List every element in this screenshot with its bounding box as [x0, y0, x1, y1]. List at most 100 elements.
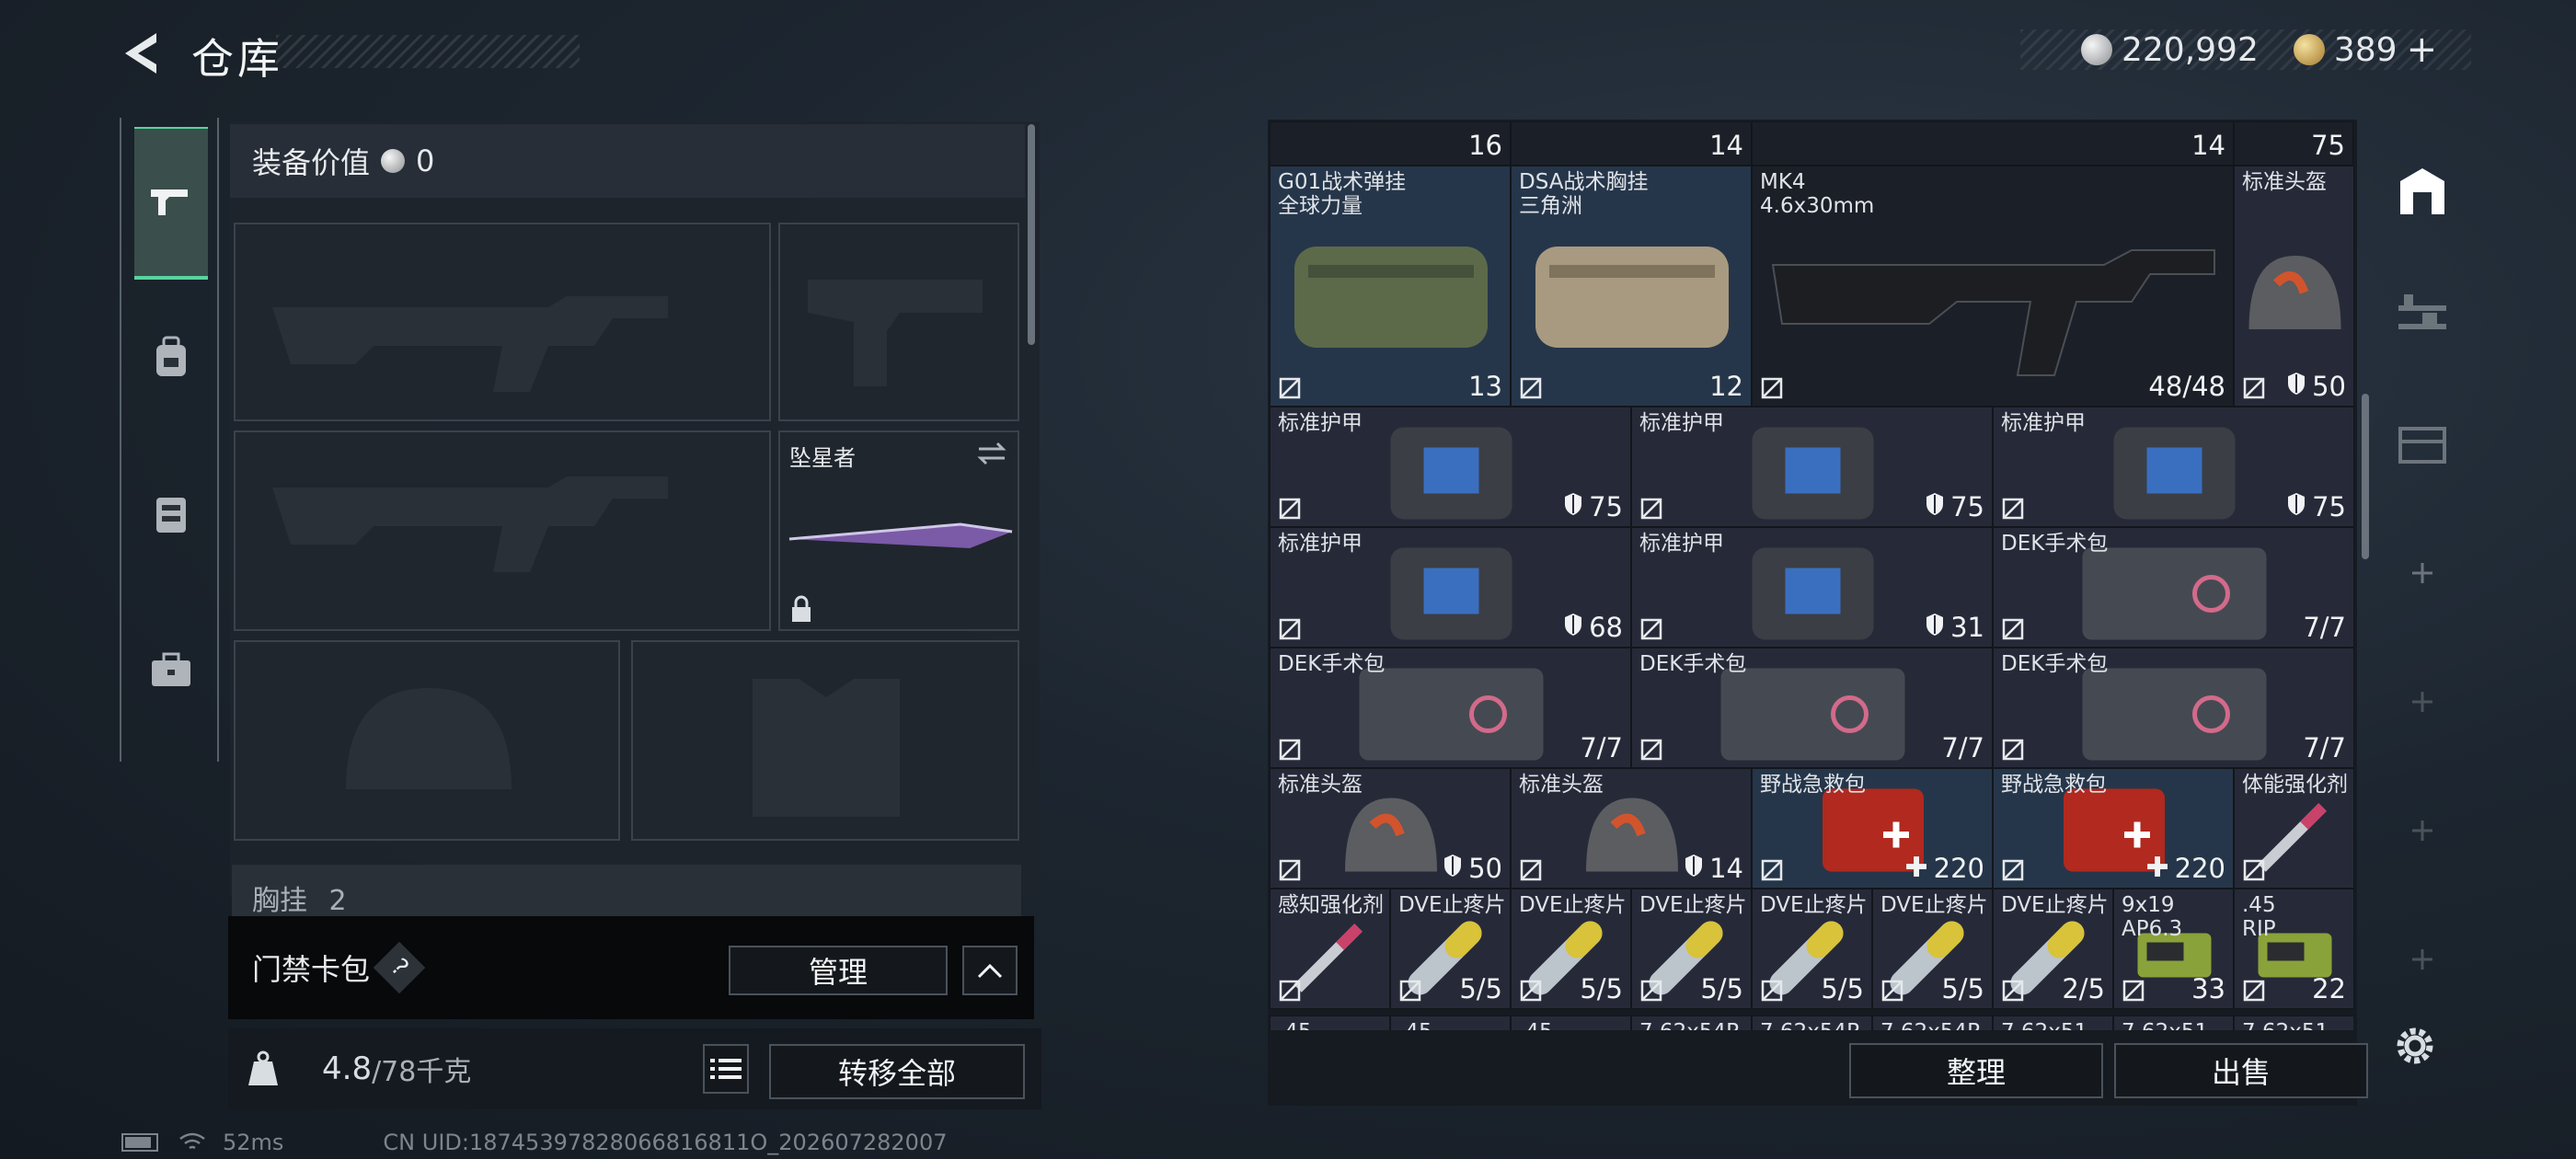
- inventory-item[interactable]: 野战急救包 ✚ 220: [1993, 768, 2234, 889]
- inventory-item[interactable]: 标准头盔 50: [1270, 768, 1511, 889]
- inventory-item[interactable]: 感知强化剂: [1270, 889, 1390, 1009]
- pistol-slot[interactable]: [778, 223, 1019, 421]
- inventory-item[interactable]: 7.62x51: [1993, 1016, 2113, 1030]
- inventory-item[interactable]: 标准护甲 75: [1631, 407, 1993, 527]
- inventory-item[interactable]: 体能强化剂: [2234, 768, 2354, 889]
- inventory-item[interactable]: DEK手术包 7/7: [1270, 648, 1631, 768]
- grid-cell[interactable]: 14: [1511, 121, 1752, 166]
- item-value: 31: [1925, 612, 1984, 643]
- inventory-item[interactable]: 标准护甲 68: [1270, 527, 1631, 648]
- inventory-item[interactable]: DVE止疼片 5/5: [1511, 889, 1631, 1009]
- equipment-value-label: 装备价值: [252, 145, 371, 180]
- item-value: 5/5: [1580, 973, 1623, 1004]
- item-name: DEK手术包: [1639, 652, 1747, 676]
- manage-button[interactable]: 管理: [729, 946, 948, 995]
- inventory-item[interactable]: .45 RIP 22: [2234, 889, 2354, 1009]
- warehouse-tab-main[interactable]: [2381, 149, 2464, 232]
- inventory-item[interactable]: DVE止疼片 5/5: [1872, 889, 1993, 1009]
- warehouse-tab-3[interactable]: [2381, 401, 2464, 484]
- helmet-slot[interactable]: [234, 640, 620, 841]
- not-tradeable-icon: [1639, 979, 1663, 1003]
- inventory-item[interactable]: .45: [1511, 1016, 1631, 1030]
- inventory-item[interactable]: 野战急救包 ✚ 220: [1752, 768, 1993, 889]
- item-name: DVE止疼片: [1398, 893, 1506, 917]
- not-tradeable-icon: [2122, 979, 2145, 1003]
- inventory-item[interactable]: .45: [1390, 1016, 1511, 1030]
- add-currency-button[interactable]: +: [2407, 29, 2438, 71]
- item-value: 7/7: [1580, 732, 1623, 763]
- tab-vest[interactable]: [134, 440, 208, 587]
- add-storage-button[interactable]: [2381, 660, 2464, 743]
- grid-cell[interactable]: 14: [1752, 121, 2234, 166]
- item-name: 标准护甲: [1639, 532, 1724, 556]
- back-arrow-icon[interactable]: [120, 29, 167, 77]
- pistol-icon: [151, 189, 188, 215]
- add-storage-button[interactable]: [2381, 789, 2464, 872]
- item-value-text: 75: [1589, 491, 1623, 522]
- plus-icon: [2412, 820, 2432, 841]
- tab-backpack[interactable]: [134, 283, 208, 430]
- inventory-item[interactable]: 标准护甲 75: [1270, 407, 1631, 527]
- item-value-text: 7/7: [2303, 732, 2346, 763]
- tab-case[interactable]: [134, 596, 208, 743]
- help-icon[interactable]: ?: [373, 941, 426, 994]
- inventory-item[interactable]: DSA战术胸挂 三角洲 12: [1511, 166, 1752, 407]
- inventory-item[interactable]: DVE止疼片 5/5: [1631, 889, 1752, 1009]
- secondary-weapon-slot[interactable]: [234, 430, 771, 631]
- item-count: 14: [1709, 130, 1743, 161]
- inventory-item[interactable]: 7.62x54R: [1752, 1016, 1872, 1030]
- item-name: DEK手术包: [2001, 652, 2109, 676]
- grid-cell[interactable]: 75: [2234, 121, 2353, 166]
- inventory-item[interactable]: MK4 4.6x30mm 48/48: [1752, 166, 2234, 407]
- inventory-item[interactable]: 7.62x51: [2234, 1016, 2353, 1030]
- armor-slot[interactable]: [631, 640, 1019, 841]
- warehouse-tab-2[interactable]: [2381, 272, 2464, 355]
- list-view-icon[interactable]: [703, 1044, 749, 1094]
- inventory-item[interactable]: DEK手术包 7/7: [1993, 527, 2354, 648]
- inventory-item[interactable]: DEK手术包 7/7: [1993, 648, 2354, 768]
- inventory-item[interactable]: DVE止疼片 5/5: [1752, 889, 1872, 1009]
- item-value: 33: [2191, 973, 2225, 1004]
- transfer-all-button[interactable]: 转移全部: [769, 1044, 1025, 1099]
- inventory-item[interactable]: 7.62x54R: [1872, 1016, 1993, 1030]
- item-value-text: 48/48: [2148, 371, 2225, 402]
- inventory-item[interactable]: 9x19 AP6.3 33: [2113, 889, 2234, 1009]
- inventory-item[interactable]: DVE止疼片 5/5: [1390, 889, 1511, 1009]
- not-tradeable-icon: [1278, 858, 1302, 882]
- not-tradeable-icon: [1519, 858, 1543, 882]
- inventory-item[interactable]: G01战术弹挂 全球力量 13: [1270, 166, 1511, 407]
- sort-button[interactable]: 整理: [1849, 1043, 2103, 1098]
- swap-icon[interactable]: [975, 440, 1008, 467]
- durability-shield-icon: [1563, 612, 1583, 643]
- briefcase-icon: [152, 652, 190, 686]
- item-value-text: 75: [1950, 491, 1984, 522]
- inventory-item[interactable]: 标准头盔 50: [2234, 166, 2354, 407]
- primary-weapon-slot[interactable]: [234, 223, 771, 421]
- inventory-item[interactable]: 标准头盔 14: [1511, 768, 1752, 889]
- warehouse-scrollbar[interactable]: [2362, 394, 2369, 559]
- grid-cell[interactable]: 16: [1270, 121, 1511, 166]
- item-name: 标准头盔: [1519, 773, 1604, 797]
- item-value-text: 2/5: [2062, 973, 2105, 1004]
- inventory-item[interactable]: DVE止疼片 2/5: [1993, 889, 2113, 1009]
- melee-slot[interactable]: 坠星者: [778, 430, 1019, 631]
- inventory-item[interactable]: 7.62x54R: [1631, 1016, 1752, 1030]
- inventory-item[interactable]: 标准护甲 31: [1631, 527, 1993, 648]
- equipment-scrollbar[interactable]: [1028, 124, 1035, 345]
- inventory-item[interactable]: 标准护甲 75: [1993, 407, 2354, 527]
- inventory-item[interactable]: DEK手术包 7/7: [1631, 648, 1993, 768]
- sell-button[interactable]: 出售: [2114, 1043, 2368, 1098]
- chevron-up-icon[interactable]: [962, 946, 1018, 995]
- settings-gear-icon[interactable]: [2392, 1023, 2438, 1069]
- item-name: 野战急救包: [2001, 773, 2107, 797]
- tab-weapons[interactable]: [134, 127, 208, 280]
- status-bar: 52ms CN UID:18745397828066816811O_202607…: [121, 1130, 948, 1155]
- durability-shield-icon: [1925, 612, 1945, 643]
- add-storage-button[interactable]: [2381, 532, 2464, 614]
- item-value-text: 13: [1468, 371, 1502, 402]
- item-name: 7.62x54R: [1760, 1020, 1861, 1030]
- inventory-item[interactable]: 7.62x51: [2113, 1016, 2234, 1030]
- rifle-silhouette-icon: [272, 476, 668, 572]
- inventory-item[interactable]: .45: [1270, 1016, 1390, 1030]
- add-storage-button[interactable]: [2381, 918, 2464, 1001]
